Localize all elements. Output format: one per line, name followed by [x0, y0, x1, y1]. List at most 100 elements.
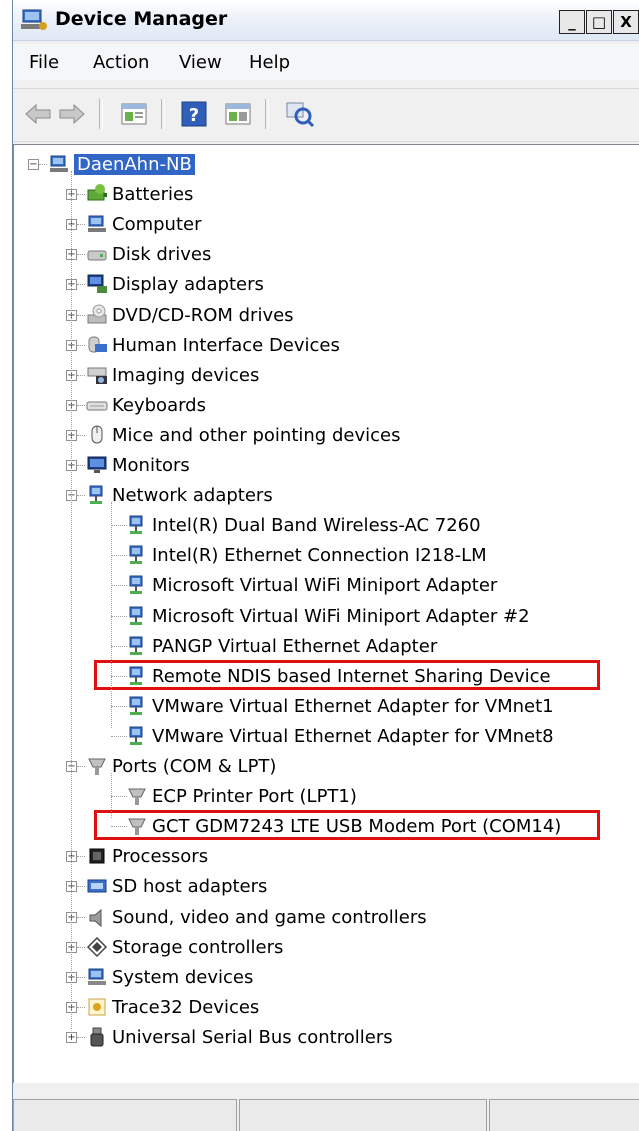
battery-icon [87, 184, 107, 201]
status-bar [13, 1095, 639, 1131]
menu-view[interactable]: View [179, 52, 222, 73]
network-adapter-2[interactable]: Intel(R) Ethernet Connection I218-LM [14, 540, 639, 570]
scan-hardware-icon[interactable] [285, 101, 315, 127]
storage-icon [86, 936, 108, 957]
maximize-button[interactable]: □ [586, 10, 612, 34]
network-adapter-2-label: Intel(R) Ethernet Connection I218-LM [152, 545, 487, 567]
svg-text:?: ? [189, 105, 199, 126]
network-adapter-8-label: VMware Virtual Ethernet Adapter for VMne… [152, 725, 554, 747]
network-adapter-4-label: Microsoft Virtual WiFi Miniport Adapter … [152, 605, 530, 627]
mouse-icon [91, 425, 103, 444]
title-bar[interactable]: Device Manager _ □ X [13, 0, 639, 41]
port-icon [128, 788, 146, 806]
network-adapter-7[interactable]: VMware Virtual Ethernet Adapter for VMne… [14, 691, 639, 721]
category-1-label: Batteries [112, 184, 194, 206]
cpu-icon [89, 848, 105, 864]
network-icon [129, 515, 143, 535]
category-10-label: Monitors [112, 455, 190, 476]
network-adapter-5-label: PANGP Virtual Ethernet Adapter [152, 635, 438, 657]
network-icon [129, 726, 143, 745]
category-4[interactable]: + Display adapters [14, 269, 639, 299]
category-after-5-label: System devices [112, 966, 254, 988]
menu-file[interactable]: File [29, 52, 59, 73]
sound-icon [89, 908, 102, 927]
port-item-1[interactable]: ECP Printer Port (LPT1) [14, 781, 639, 811]
network-adapter-7-label: VMware Virtual Ethernet Adapter for VMne… [152, 695, 554, 717]
category-3[interactable]: + Disk drives [14, 239, 639, 269]
network-adapter-3[interactable]: Microsoft Virtual WiFi Miniport Adapter [14, 570, 639, 600]
trace-icon [88, 998, 106, 1016]
category-8[interactable]: + Keyboards [14, 390, 639, 420]
hid-icon [88, 336, 107, 353]
forward-arrow-icon[interactable] [57, 101, 87, 127]
sd-icon [87, 879, 107, 893]
category-8-label: Keyboards [112, 394, 206, 416]
category-5-label: DVD/CD-ROM drives [112, 304, 294, 326]
network-adapter-1[interactable]: Intel(R) Dual Band Wireless-AC 7260 [14, 510, 639, 540]
network-adapter-8[interactable]: VMware Virtual Ethernet Adapter for VMne… [14, 721, 639, 751]
category-2-label: Computer [112, 214, 202, 236]
menu-help[interactable]: Help [249, 52, 290, 73]
status-pane-1 [13, 1099, 237, 1131]
network-adapter-4[interactable]: Microsoft Virtual WiFi Miniport Adapter … [14, 601, 639, 631]
keyboard-icon [86, 401, 108, 411]
computer-icon [88, 215, 106, 233]
close-button[interactable]: X [613, 10, 639, 34]
tree-root-label: DaenAhn-NB [74, 154, 195, 175]
category-5[interactable]: + DVD/CD-ROM drives [14, 300, 639, 330]
category-11-label: Network adapters [112, 485, 273, 507]
category-after-6[interactable]: + Trace32 Devices [14, 992, 639, 1022]
network-adapter-3-label: Microsoft Virtual WiFi Miniport Adapter [152, 575, 498, 597]
collapse-icon[interactable]: − [28, 159, 39, 170]
category-11[interactable]: − Network adapters [14, 480, 639, 510]
network-adapter-5[interactable]: PANGP Virtual Ethernet Adapter [14, 631, 639, 661]
back-arrow-icon[interactable] [23, 101, 53, 127]
device-manager-icon [21, 9, 47, 30]
expand-icon[interactable]: + [66, 1031, 77, 1043]
category-after-3[interactable]: + Sound, video and game controllers [14, 902, 639, 932]
category-after-7[interactable]: + Universal Serial Bus controllers [14, 1022, 639, 1052]
category-1[interactable]: + Batteries [14, 179, 639, 209]
tree-root[interactable]: − DaenAhn-NB [14, 149, 639, 179]
toolbar: ? [13, 88, 639, 142]
status-pane-3 [489, 1099, 639, 1131]
help-icon[interactable]: ? [179, 101, 209, 127]
category-6[interactable]: + Human Interface Devices [14, 330, 639, 360]
category-9[interactable]: + Mice and other pointing devices [14, 420, 639, 450]
update-driver-icon[interactable] [223, 101, 253, 127]
category-6-label: Human Interface Devices [112, 334, 340, 356]
display-icon [87, 274, 107, 294]
network-icon [129, 636, 143, 655]
category-after-2[interactable]: + SD host adapters [14, 871, 639, 901]
network-icon [129, 696, 143, 715]
network-icon [129, 606, 143, 625]
menu-bar: File Action View Help [13, 44, 639, 80]
network-icon [129, 575, 143, 595]
category-after-7-label: Universal Serial Bus controllers [112, 1026, 393, 1048]
device-tree[interactable]: − DaenAhn-NB + Batteries + Computer + Disk driv… [13, 144, 639, 1083]
category-4-label: Display adapters [112, 274, 264, 296]
minimize-button[interactable]: _ [559, 10, 585, 34]
system-icon [88, 968, 106, 985]
network-icon [89, 485, 103, 505]
menu-action[interactable]: Action [93, 52, 149, 73]
category-10[interactable]: + Monitors [14, 450, 639, 480]
monitor-icon [87, 456, 107, 473]
device-manager-window: Device Manager _ □ X File Action View He… [12, 0, 639, 1131]
category-ports[interactable]: − Ports (COM & LPT) [14, 751, 639, 781]
category-9-label: Mice and other pointing devices [112, 424, 401, 446]
highlight-box [94, 810, 600, 841]
category-3-label: Disk drives [112, 244, 212, 266]
category-ports-label: Ports (COM & LPT) [112, 756, 277, 777]
category-after-5[interactable]: + System devices [14, 962, 639, 992]
network-icon [129, 545, 143, 565]
category-after-1[interactable]: + Processors [14, 841, 639, 871]
properties-icon[interactable] [119, 101, 149, 127]
computer-icon [50, 155, 68, 172]
category-after-1-label: Processors [112, 846, 209, 868]
dvd-icon [87, 304, 107, 323]
window-title: Device Manager [55, 8, 228, 30]
category-2[interactable]: + Computer [14, 209, 639, 239]
category-7[interactable]: + Imaging devices [14, 360, 639, 390]
category-after-4[interactable]: + Storage controllers [14, 932, 639, 962]
